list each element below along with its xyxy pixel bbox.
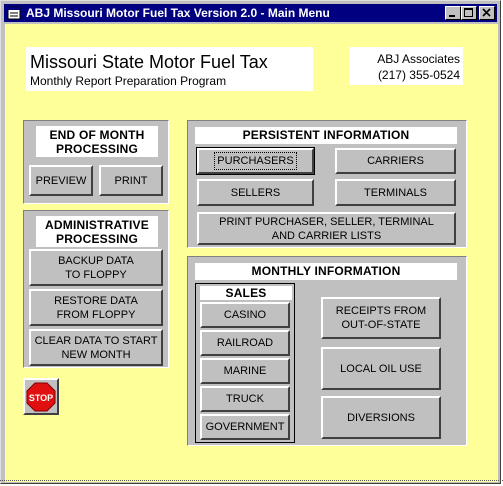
administrative-heading: ADMINISTRATIVE PROCESSING	[36, 216, 158, 247]
restore-label-line2: FROM FLOPPY	[56, 308, 136, 321]
restore-label-line1: RESTORE DATA	[54, 294, 138, 307]
sales-casino-label: CASINO	[223, 309, 267, 321]
diversions-button[interactable]: DIVERSIONS	[321, 396, 441, 439]
sales-marine-label: MARINE	[223, 365, 267, 377]
purchasers-button[interactable]: PURCHASERS	[196, 147, 315, 175]
receipts-out-of-state-button[interactable]: RECEIPTS FROM OUT-OF-STATE	[321, 297, 441, 339]
close-button[interactable]	[479, 6, 495, 20]
sales-railroad-button[interactable]: RAILROAD	[200, 330, 290, 356]
main-menu-window: ABJ Missouri Motor Fuel Tax Version 2.0 …	[0, 0, 501, 484]
backup-label-line1: BACKUP DATA	[58, 254, 134, 267]
terminals-label: TERMINALS	[364, 186, 427, 199]
sales-group: SALES CASINO RAILROAD MARINE TRUCK GOVER…	[195, 283, 295, 443]
monthly-info-panel: MONTHLY INFORMATION SALES CASINO RAILROA…	[187, 256, 467, 446]
end-of-month-heading-line2: PROCESSING	[55, 142, 138, 156]
sales-truck-button[interactable]: TRUCK	[200, 386, 290, 412]
print-lists-label-line2: AND CARRIER LISTS	[271, 229, 382, 242]
window-title: ABJ Missouri Motor Fuel Tax Version 2.0 …	[26, 6, 330, 20]
print-label: PRINT	[114, 174, 148, 187]
maximize-button[interactable]	[461, 6, 477, 20]
administrative-heading-line1: ADMINISTRATIVE	[45, 218, 149, 232]
stop-sign-icon: STOP	[26, 382, 56, 411]
end-of-month-heading: END OF MONTH PROCESSING	[36, 126, 158, 157]
print-button[interactable]: PRINT	[99, 165, 163, 196]
preview-label: PREVIEW	[35, 174, 87, 187]
clear-label-line1: CLEAR DATA TO START	[34, 334, 158, 347]
sales-government-button[interactable]: GOVERNMENT	[200, 414, 290, 440]
sales-government-label: GOVERNMENT	[205, 421, 285, 433]
app-subtitle: Monthly Report Preparation Program	[30, 74, 227, 88]
form-icon[interactable]	[7, 6, 21, 20]
backup-label-line2: TO FLOPPY	[65, 268, 127, 281]
local-oil-use-button[interactable]: LOCAL OIL USE	[321, 347, 441, 390]
stop-label: STOP	[29, 393, 53, 403]
carriers-label: CARRIERS	[367, 155, 424, 167]
diversions-label: DIVERSIONS	[347, 411, 415, 424]
purchasers-label: PURCHASERS	[214, 152, 297, 170]
print-lists-button[interactable]: PRINT PURCHASER, SELLER, TERMINAL AND CA…	[197, 212, 456, 245]
sales-truck-label: TRUCK	[226, 393, 264, 405]
monthly-info-heading: MONTHLY INFORMATION	[195, 263, 457, 280]
stop-button[interactable]: STOP	[23, 378, 59, 415]
end-of-month-panel: END OF MONTH PROCESSING PREVIEW PRINT	[23, 120, 169, 204]
print-lists-label-line1: PRINT PURCHASER, SELLER, TERMINAL	[219, 215, 434, 228]
sales-heading: SALES	[200, 286, 292, 300]
maximize-icon	[464, 8, 473, 17]
app-title-box: Missouri State Motor Fuel Tax Monthly Re…	[26, 47, 313, 91]
sellers-button[interactable]: SELLERS	[197, 179, 314, 206]
sales-railroad-label: RAILROAD	[216, 337, 274, 349]
terminals-button[interactable]: TERMINALS	[335, 179, 456, 206]
sales-marine-button[interactable]: MARINE	[200, 358, 290, 384]
company-phone: (217) 355-0524	[377, 68, 460, 82]
sellers-label: SELLERS	[230, 186, 281, 199]
minimize-button[interactable]	[445, 6, 461, 20]
receipts-label-line2: OUT-OF-STATE	[341, 319, 421, 331]
company-box: ABJ Associates (217) 355-0524	[349, 47, 463, 85]
app-title: Missouri State Motor Fuel Tax	[30, 52, 268, 72]
restore-data-button[interactable]: RESTORE DATA FROM FLOPPY	[29, 289, 163, 326]
persistent-info-heading: PERSISTENT INFORMATION	[195, 127, 457, 144]
sales-casino-button[interactable]: CASINO	[200, 302, 290, 328]
clear-label-line2: NEW MONTH	[61, 348, 131, 361]
end-of-month-heading-line1: END OF MONTH	[49, 128, 145, 142]
title-bar[interactable]: ABJ Missouri Motor Fuel Tax Version 2.0 …	[4, 4, 497, 22]
local-oil-label: LOCAL OIL USE	[340, 362, 422, 375]
administrative-heading-line2: PROCESSING	[55, 232, 138, 246]
backup-data-button[interactable]: BACKUP DATA TO FLOPPY	[29, 249, 163, 286]
receipts-label-line1: RECEIPTS FROM	[335, 305, 427, 317]
administrative-panel: ADMINISTRATIVE PROCESSING BACKUP DATA TO…	[23, 210, 169, 368]
close-icon	[482, 8, 491, 17]
form-body: Missouri State Motor Fuel Tax Monthly Re…	[5, 24, 498, 482]
preview-button[interactable]: PREVIEW	[29, 165, 93, 196]
persistent-info-panel: PERSISTENT INFORMATION PURCHASERS CARRIE…	[187, 120, 467, 248]
company-name: ABJ Associates	[377, 52, 460, 66]
minimize-icon	[449, 15, 455, 17]
record-selector-divider	[0, 480, 503, 481]
clear-data-button[interactable]: CLEAR DATA TO START NEW MONTH	[29, 329, 163, 366]
carriers-button[interactable]: CARRIERS	[335, 148, 456, 174]
